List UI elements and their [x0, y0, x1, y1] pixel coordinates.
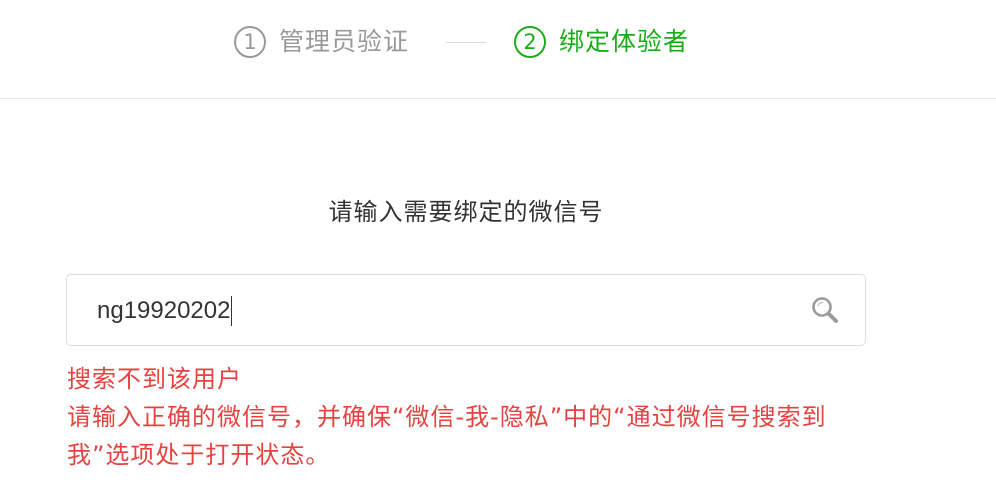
- step-label: 绑定体验者: [559, 27, 690, 56]
- wechat-id-search-box[interactable]: ng19920202: [66, 274, 866, 346]
- step-number: 2: [514, 26, 546, 58]
- error-title: 搜索不到该用户: [67, 365, 242, 393]
- step-divider: [446, 42, 486, 43]
- step-indicator: 1 管理员验证 2 绑定体验者: [0, 0, 996, 99]
- error-message: 搜索不到该用户 请输入正确的微信号，并确保“微信-我-隐私”中的“通过微信号搜索…: [67, 360, 867, 474]
- bind-tester-page: 1 管理员验证 2 绑定体验者 请输入需要绑定的微信号 ng19920202 搜…: [0, 0, 996, 500]
- text-caret: [231, 296, 233, 326]
- step-number: 1: [234, 26, 266, 58]
- wechat-id-input[interactable]: ng19920202: [97, 293, 233, 329]
- search-icon[interactable]: [810, 295, 840, 325]
- error-detail: 请输入正确的微信号，并确保“微信-我-隐私”中的“通过微信号搜索到我”选项处于打…: [67, 403, 827, 469]
- step-label: 管理员验证: [279, 27, 410, 56]
- page-prompt: 请输入需要绑定的微信号: [328, 198, 604, 226]
- step-admin-verify: 1 管理员验证: [234, 24, 409, 60]
- step-bind-tester: 2 绑定体验者: [514, 24, 689, 60]
- input-value: ng19920202: [97, 297, 231, 324]
